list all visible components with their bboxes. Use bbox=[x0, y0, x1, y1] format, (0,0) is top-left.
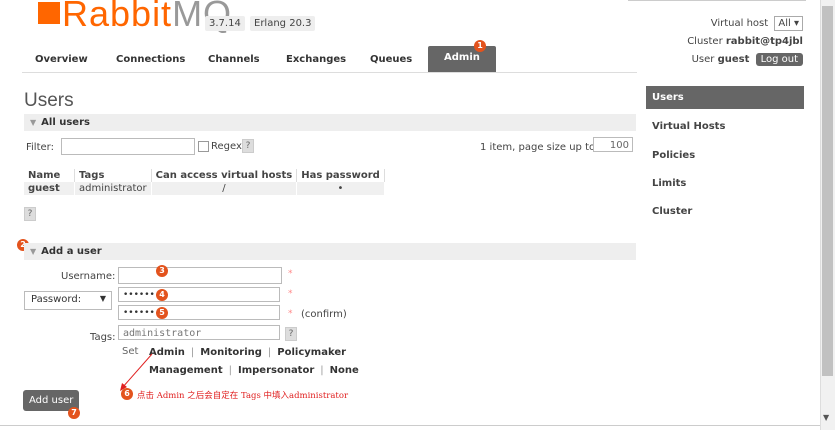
column-header-vhosts[interactable]: Can access virtual hosts bbox=[151, 169, 298, 182]
main-tabs: Overview Connections Channels Exchanges … bbox=[22, 42, 637, 73]
annotation-marker-5: 5 bbox=[156, 307, 168, 319]
password-mode-select[interactable]: Password: ▼ bbox=[24, 291, 112, 310]
tag-option-policymaker[interactable]: Policymaker bbox=[277, 347, 346, 358]
user-tags-cell: administrator bbox=[74, 182, 152, 195]
chevron-down-icon: ▼ bbox=[99, 294, 106, 303]
required-mark: * bbox=[288, 289, 293, 299]
tab-connections[interactable]: Connections bbox=[116, 54, 185, 65]
tags-input[interactable]: administrator bbox=[118, 325, 280, 340]
virtual-host-selector: Virtual host All ▾ bbox=[711, 16, 803, 31]
tags-help-button[interactable]: ? bbox=[285, 327, 297, 341]
scrollbar-thumb[interactable] bbox=[822, 6, 833, 376]
username-input[interactable] bbox=[118, 267, 282, 284]
user-has-password-cell: • bbox=[296, 182, 385, 195]
sidebar-item-users[interactable]: Users bbox=[646, 86, 804, 109]
required-mark: * bbox=[288, 309, 293, 319]
users-table-header: Name Tags Can access virtual hosts Has p… bbox=[24, 169, 385, 182]
header-divider bbox=[628, 0, 806, 1]
user-info: User guest Log out bbox=[692, 53, 803, 66]
table-help-button[interactable]: ? bbox=[24, 207, 36, 221]
annotation-note: 点击 Admin 之后会自定在 Tags 中填入administrator bbox=[137, 391, 349, 401]
virtual-host-select[interactable]: All ▾ bbox=[774, 16, 803, 31]
password-confirm-input[interactable]: •••••• bbox=[118, 305, 280, 320]
regex-help-button[interactable]: ? bbox=[242, 139, 254, 153]
filter-input[interactable] bbox=[61, 138, 195, 155]
tag-options-row-2: Management | Impersonator | None bbox=[149, 365, 359, 376]
tab-channels[interactable]: Channels bbox=[208, 54, 260, 65]
tab-overview[interactable]: Overview bbox=[35, 54, 88, 65]
rabbitmq-logo: RabbitMQ bbox=[38, 0, 232, 32]
tab-exchanges[interactable]: Exchanges bbox=[286, 54, 346, 65]
sidebar-item-policies[interactable]: Policies bbox=[646, 144, 804, 167]
regex-checkbox[interactable] bbox=[198, 141, 209, 152]
page-size-label: 1 item, page size up to bbox=[480, 142, 596, 153]
username-label: Username: bbox=[61, 271, 116, 282]
collapse-triangle-icon: ▼ bbox=[30, 247, 37, 256]
sidebar-item-virtual-hosts[interactable]: Virtual Hosts bbox=[646, 115, 804, 138]
user-name-link[interactable]: guest bbox=[24, 182, 75, 195]
password-input[interactable]: •••••• bbox=[118, 287, 280, 302]
required-mark: * bbox=[288, 269, 293, 279]
users-table-wrapper: Name Tags Can access virtual hosts Has p… bbox=[24, 169, 385, 195]
tag-options-row-1: Admin | Monitoring | Policymaker bbox=[149, 347, 347, 358]
annotation-marker-7: 7 bbox=[68, 407, 80, 419]
tab-queues[interactable]: Queues bbox=[370, 54, 412, 65]
version-badge: 3.7.14 bbox=[205, 16, 245, 31]
scroll-down-arrow-icon[interactable]: ▼ bbox=[823, 413, 829, 422]
sidebar-item-cluster[interactable]: Cluster bbox=[646, 200, 804, 223]
tags-label: Tags: bbox=[90, 332, 116, 343]
page-size-input[interactable]: 100 bbox=[593, 137, 633, 152]
bottom-divider bbox=[0, 425, 820, 426]
filter-label: Filter: bbox=[26, 142, 54, 153]
column-header-tags[interactable]: Tags bbox=[74, 169, 152, 182]
column-header-name[interactable]: Name bbox=[24, 169, 75, 182]
add-user-section-header[interactable]: ▼ Add a user bbox=[24, 243, 636, 260]
tab-admin[interactable]: Admin bbox=[428, 46, 496, 72]
tag-option-none[interactable]: None bbox=[330, 365, 359, 376]
annotation-arrow-icon bbox=[120, 353, 153, 391]
tag-option-impersonator[interactable]: Impersonator bbox=[238, 365, 314, 376]
sidebar-item-limits[interactable]: Limits bbox=[646, 172, 804, 195]
confirm-label: (confirm) bbox=[301, 309, 347, 320]
annotation-marker-3: 3 bbox=[156, 265, 168, 277]
column-header-has-password[interactable]: Has password bbox=[296, 169, 385, 182]
user-vhosts-cell: / bbox=[151, 182, 298, 195]
rabbitmq-logo-icon bbox=[38, 2, 60, 24]
collapse-triangle-icon: ▼ bbox=[30, 118, 37, 127]
annotation-marker-1: 1 bbox=[474, 40, 486, 52]
page-title: Users bbox=[24, 90, 74, 111]
tag-option-monitoring[interactable]: Monitoring bbox=[200, 347, 262, 358]
users-table: Name Tags Can access virtual hosts Has p… bbox=[24, 169, 385, 195]
cluster-info: Cluster rabbit@tp4jbl bbox=[687, 36, 803, 47]
annotation-marker-4: 4 bbox=[156, 289, 168, 301]
regex-label: Regex bbox=[211, 141, 242, 152]
chevron-down-icon: ▾ bbox=[793, 18, 799, 29]
all-users-section-header[interactable]: ▼ All users bbox=[24, 114, 636, 131]
table-row: guest administrator / • bbox=[24, 182, 385, 195]
logout-button[interactable]: Log out bbox=[755, 53, 803, 66]
tag-option-management[interactable]: Management bbox=[149, 365, 223, 376]
annotation-marker-6: 6 bbox=[121, 388, 133, 400]
erlang-badge: Erlang 20.3 bbox=[250, 16, 316, 31]
